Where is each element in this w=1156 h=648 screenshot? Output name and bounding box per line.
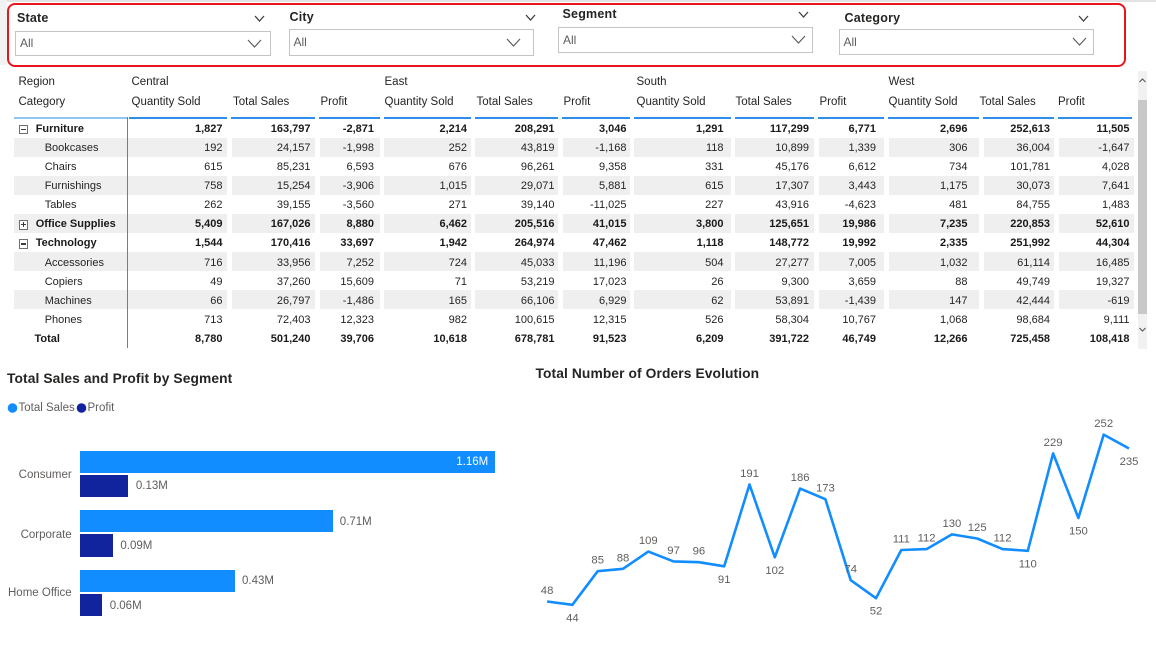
- svg-text:125: 125: [968, 522, 987, 534]
- svg-text:97: 97: [667, 545, 680, 557]
- svg-text:191: 191: [740, 468, 759, 480]
- svg-text:91: 91: [718, 574, 731, 586]
- svg-text:111: 111: [893, 534, 910, 546]
- svg-text:102: 102: [765, 565, 784, 577]
- svg-text:186: 186: [791, 472, 810, 484]
- svg-text:109: 109: [639, 535, 658, 547]
- svg-text:52: 52: [870, 606, 883, 618]
- svg-text:150: 150: [1069, 526, 1088, 538]
- svg-text:96: 96: [693, 546, 706, 558]
- svg-text:88: 88: [617, 552, 630, 564]
- svg-text:130: 130: [942, 518, 961, 530]
- svg-text:44: 44: [566, 612, 579, 624]
- svg-text:112: 112: [918, 533, 936, 545]
- svg-text:110: 110: [1019, 558, 1037, 570]
- svg-text:112: 112: [993, 533, 1011, 545]
- svg-text:173: 173: [816, 483, 835, 495]
- svg-text:235: 235: [1120, 456, 1139, 468]
- svg-text:85: 85: [591, 555, 604, 567]
- svg-text:48: 48: [541, 585, 554, 597]
- svg-text:229: 229: [1044, 437, 1063, 449]
- svg-text:252: 252: [1094, 418, 1113, 430]
- svg-text:74: 74: [844, 564, 857, 576]
